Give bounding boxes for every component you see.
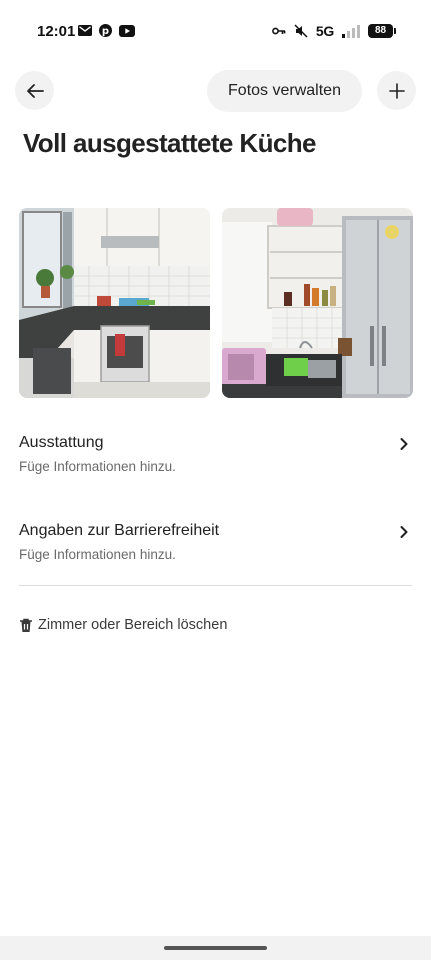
chevron-right-icon bbox=[400, 438, 408, 450]
manage-photos-button[interactable]: Fotos verwalten bbox=[207, 70, 362, 112]
list-item-ausstattung[interactable]: Ausstattung Füge Informationen hinzu. bbox=[19, 432, 412, 484]
gmail-icon bbox=[78, 25, 92, 36]
network-type: 5G bbox=[315, 23, 334, 39]
status-bar: 12:01 p 5G 88 bbox=[0, 0, 431, 62]
system-icons: 5G 88 bbox=[272, 23, 396, 39]
youtube-icon bbox=[119, 24, 135, 37]
signal-icon bbox=[342, 24, 360, 38]
list-item-barrierefreiheit[interactable]: Angaben zur Barrierefreiheit Füge Inform… bbox=[19, 520, 412, 572]
divider bbox=[19, 585, 412, 586]
key-icon bbox=[272, 26, 286, 36]
notification-icons: p bbox=[78, 24, 135, 37]
system-navigation-bar bbox=[0, 936, 431, 960]
pinterest-icon: p bbox=[99, 24, 112, 37]
mute-icon bbox=[294, 24, 308, 38]
battery-level: 88 bbox=[374, 25, 387, 36]
add-button[interactable] bbox=[377, 71, 416, 110]
delete-room-label: Zimmer oder Bereich löschen bbox=[38, 617, 228, 633]
kitchen-photo-2[interactable] bbox=[222, 208, 413, 398]
back-button[interactable] bbox=[15, 71, 54, 110]
delete-room-button[interactable]: Zimmer oder Bereich löschen bbox=[19, 617, 227, 633]
battery-indicator: 88 bbox=[368, 24, 396, 38]
svg-text:p: p bbox=[102, 26, 109, 37]
arrow-left-icon bbox=[26, 83, 44, 98]
trash-icon bbox=[20, 618, 32, 632]
row-subtitle: Füge Informationen hinzu. bbox=[19, 459, 176, 474]
page-title: Voll ausgestattete Küche bbox=[23, 128, 316, 158]
home-indicator[interactable] bbox=[164, 946, 267, 950]
row-title: Angaben zur Barrierefreiheit bbox=[19, 522, 220, 539]
kitchen-photo-1[interactable] bbox=[19, 208, 210, 398]
row-title: Ausstattung bbox=[19, 434, 104, 451]
plus-icon bbox=[388, 82, 405, 99]
chevron-right-icon bbox=[400, 526, 408, 538]
header: Fotos verwalten bbox=[0, 70, 431, 112]
status-time: 12:01 bbox=[37, 23, 76, 40]
row-subtitle: Füge Informationen hinzu. bbox=[19, 547, 176, 562]
